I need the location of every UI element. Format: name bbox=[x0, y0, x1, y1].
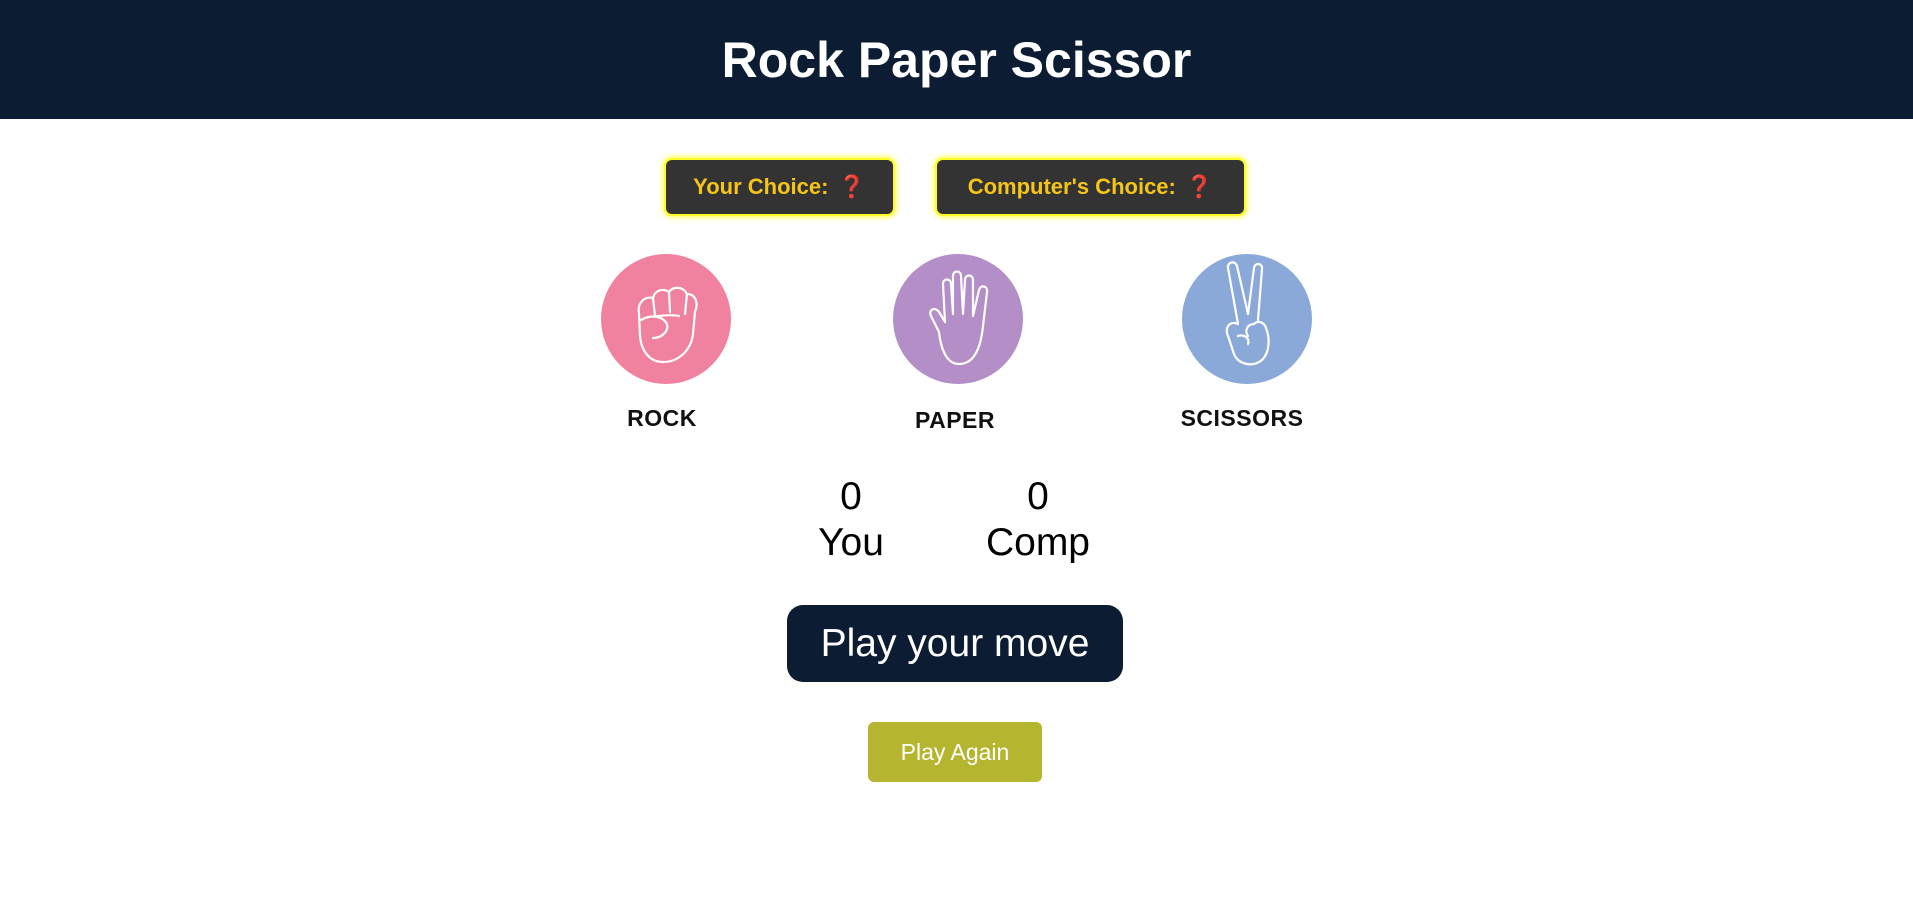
scissors-label: SCISSORS bbox=[1180, 405, 1304, 431]
user-score: 0 bbox=[840, 475, 862, 518]
computer-choice-label: Computer's Choice: bbox=[967, 174, 1176, 199]
paper-label: PAPER bbox=[914, 407, 996, 433]
scissors-choice-button[interactable] bbox=[1182, 254, 1312, 384]
rock-choice-button[interactable] bbox=[601, 254, 731, 384]
your-choice-value: ❓ bbox=[838, 174, 866, 199]
your-choice-badge: Your Choice: ❓ bbox=[666, 160, 893, 214]
open-hand-icon bbox=[893, 254, 1023, 384]
computer-choice-value: ❓ bbox=[1185, 174, 1214, 199]
play-again-button[interactable]: Play Again bbox=[868, 722, 1042, 782]
paper-choice-button[interactable] bbox=[893, 254, 1023, 384]
peace-hand-icon bbox=[1182, 254, 1312, 384]
page-title: Rock Paper Scissor bbox=[721, 31, 1192, 88]
app-header: Rock Paper Scissor bbox=[0, 0, 1913, 119]
computer-score-box: 0 Comp bbox=[968, 474, 1108, 566]
user-score-box: 0 You bbox=[781, 474, 921, 566]
rock-label: ROCK bbox=[627, 405, 697, 431]
fist-icon bbox=[601, 254, 731, 384]
user-score-label: You bbox=[818, 521, 884, 564]
your-choice-label: Your Choice: bbox=[693, 174, 829, 199]
computer-choice-badge: Computer's Choice: ❓ bbox=[937, 160, 1244, 214]
computer-score: 0 bbox=[1027, 475, 1049, 518]
status-message: Play your move bbox=[787, 605, 1123, 682]
computer-score-label: Comp bbox=[985, 521, 1091, 564]
